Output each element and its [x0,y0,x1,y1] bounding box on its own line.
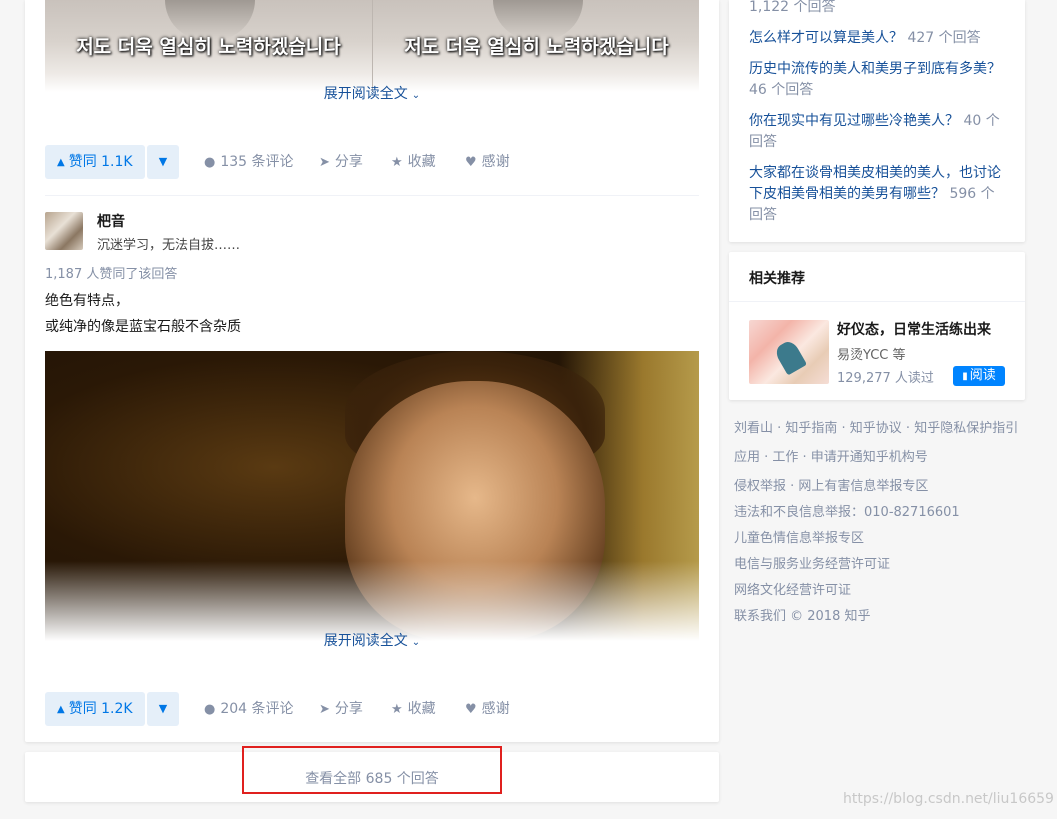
upvote-summary: 1,187 人赞同了该回答 [45,267,178,282]
image-fade [45,561,699,641]
recommend-item-author: 易烫YCC 等 [837,348,906,363]
author-avatar[interactable] [45,212,83,250]
answer-image-photo[interactable] [45,351,699,641]
footer-links[interactable]: 应用 · 工作 · 申请开通知乎机构号 [734,446,1034,465]
expand-full-text-button[interactable]: 展开阅读全文 ⌄ [45,630,699,650]
question-answer-count: 1,122 个回答 [749,0,836,15]
recommend-item-title[interactable]: 好仪态，日常生活练出来 [837,319,991,339]
collect-label: 收藏 [407,154,436,170]
share-label: 分享 [334,154,363,170]
recommend-title: 相关推荐 [749,271,805,287]
star-icon: ★ [391,702,403,717]
heart-icon: ♥ [465,702,477,717]
book-icon: ▮ [962,371,968,382]
question-answer-count: 427 个回答 [903,30,981,46]
expand-label: 展开阅读全文 [323,86,408,102]
related-question-item[interactable]: 怎么样才可以算是美人？ 427 个回答 [749,28,1007,49]
footer-links[interactable]: 网络文化经营许可证 [734,579,1034,598]
collect-button[interactable]: ★ 收藏 [391,692,436,727]
expand-label: 展开阅读全文 [323,633,408,649]
thanks-label: 感谢 [481,701,510,717]
footer-links[interactable]: 侵权举报 · 网上有害信息举报专区 [734,475,1034,494]
collect-label: 收藏 [407,701,436,717]
recommend-cover-image[interactable] [749,320,829,384]
answer-divider [45,195,699,196]
recommend-divider [729,301,1025,302]
comment-icon: ● [204,702,216,717]
collect-button[interactable]: ★ 收藏 [391,145,436,180]
answer-actions: ▲ 赞同 1.1K ▼ ● 135 条评论 ➤ 分享 ★ 收藏 ♥ 感谢 [45,145,699,179]
downvote-button[interactable]: ▼ [147,145,179,179]
downvote-button[interactable]: ▼ [147,692,179,726]
question-title[interactable]: 你在现实中有见过哪些冷艳美人？ [749,113,959,129]
heart-icon: ♥ [465,155,477,170]
upvote-button[interactable]: ▲ 赞同 1.1K [45,145,145,179]
cover-figure [772,338,808,376]
thanks-button[interactable]: ♥ 感谢 [465,145,510,180]
expand-full-text-button[interactable]: 展开阅读全文 ⌄ [45,83,699,103]
chevron-down-icon: ⌄ [411,637,421,648]
related-question-item[interactable]: 大家都在谈骨相美皮相美的美人，也讨论下皮相美骨相美的美男有哪些？ 596 个回答 [749,163,1007,226]
triangle-up-icon: ▲ [57,157,65,168]
answer-image-gif[interactable]: 저도 더욱 열심히 노력하겠습니다 저도 더욱 열심히 노력하겠습니다 [45,0,699,92]
watermark-text: https://blog.csdn.net/liu16659 [843,791,1054,807]
gif-frame-left: 저도 더욱 열심히 노력하겠습니다 [45,0,372,92]
upvote-button[interactable]: ▲ 赞同 1.2K [45,692,145,726]
related-question-item[interactable]: 历史中流传的美人和美男子到底有多美？ 46 个回答 [749,59,1007,101]
answer-text-line: 或纯净的像是蓝宝石般不含杂质 [45,319,241,335]
star-icon: ★ [391,155,403,170]
footer-links[interactable]: 违法和不良信息举报：010-82716601 [734,501,1034,520]
related-question-item[interactable]: 1,122 个回答 [749,0,1007,18]
read-button[interactable]: ▮ 阅读 [953,366,1005,386]
comment-icon: ● [204,155,216,170]
share-button[interactable]: ➤ 分享 [319,692,363,727]
chevron-down-icon: ⌄ [411,90,421,101]
author-bio: 沉迷学习，无法自拔…… [97,238,241,253]
gif-frame-right: 저도 더욱 열심히 노력하겠습니다 [372,0,699,92]
comments-label: 204 条评论 [220,701,294,717]
thanks-button[interactable]: ♥ 感谢 [465,692,510,727]
footer-links[interactable]: 刘看山 · 知乎指南 · 知乎协议 · 知乎隐私保护指引 [734,417,1034,436]
share-label: 分享 [334,701,363,717]
thanks-label: 感谢 [481,154,510,170]
footer-links[interactable]: 联系我们 © 2018 知乎 [734,605,1034,624]
author-name[interactable]: 杷音 [97,211,125,231]
recommend-item-reads: 129,277 人读过 [837,371,934,386]
comments-button[interactable]: ● 135 条评论 [204,145,294,180]
upvote-label: 赞同 1.2K [68,701,133,717]
share-icon: ➤ [319,155,330,170]
footer-links[interactable]: 电信与服务业务经营许可证 [734,553,1034,572]
subtitle-text: 저도 더욱 열심히 노력하겠습니다 [404,36,669,58]
subtitle-text: 저도 더욱 열심히 노력하겠습니다 [76,36,341,58]
answer-actions: ▲ 赞同 1.2K ▼ ● 204 条评论 ➤ 分享 ★ 收藏 ♥ 感谢 [45,692,699,726]
related-question-item[interactable]: 你在现实中有见过哪些冷艳美人？ 40 个回答 [749,111,1007,153]
upvote-label: 赞同 1.1K [68,154,133,170]
triangle-down-icon: ▼ [158,702,168,715]
comments-label: 135 条评论 [220,154,294,170]
highlight-annotation [242,746,502,794]
share-icon: ➤ [319,702,330,717]
share-button[interactable]: ➤ 分享 [319,145,363,180]
question-title[interactable]: 历史中流传的美人和美男子到底有多美？ [749,61,1001,77]
read-button-label: 阅读 [969,368,996,383]
triangle-up-icon: ▲ [57,704,65,715]
footer-links[interactable]: 儿童色情信息举报专区 [734,527,1034,546]
question-answer-count: 46 个回答 [749,82,814,98]
comments-button[interactable]: ● 204 条评论 [204,692,294,727]
answer-text-line: 绝色有特点， [45,293,129,309]
question-title[interactable]: 怎么样才可以算是美人？ [749,30,903,46]
triangle-down-icon: ▼ [158,155,168,168]
